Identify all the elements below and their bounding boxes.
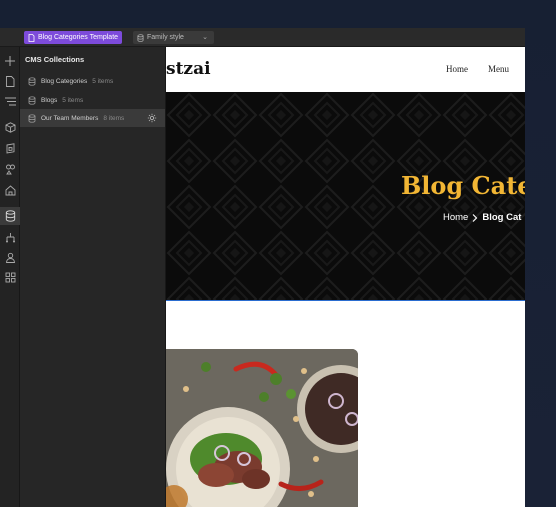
page-icon: [28, 33, 35, 42]
collection-count: 5 items: [62, 96, 84, 104]
navigator-icon[interactable]: [4, 95, 16, 107]
database-icon: [137, 33, 144, 42]
apps-icon[interactable]: [4, 271, 16, 283]
template-label: Blog Categories Template: [38, 34, 119, 41]
database-icon: [28, 76, 36, 86]
nav-link-home[interactable]: Home: [446, 64, 468, 74]
nav-link-menu[interactable]: Menu: [488, 64, 509, 74]
collection-name: Our Team Members: [41, 114, 99, 122]
assets-icon[interactable]: [4, 163, 16, 175]
hero-title: Blog Cate: [401, 171, 525, 200]
plus-icon[interactable]: [4, 55, 16, 67]
style-selector[interactable]: Family style ⌄: [133, 31, 214, 44]
selection-outline: [166, 300, 525, 301]
chevron-right-icon: [472, 213, 478, 222]
cms-collections-panel: CMS Collections Blog Categories 5 items …: [20, 47, 166, 507]
site-logo[interactable]: stzai: [166, 59, 211, 79]
home-icon[interactable]: [4, 184, 16, 196]
left-rail: [0, 47, 20, 507]
panel-title: CMS Collections: [25, 55, 85, 64]
designer-window: Blog Categories Template Family style ⌄: [0, 28, 525, 507]
collection-count: 5 items: [92, 77, 114, 85]
database-icon: [28, 113, 36, 123]
users-icon[interactable]: [4, 251, 16, 263]
page-icon[interactable]: [4, 75, 16, 87]
breadcrumb: Home Blog Cat: [443, 212, 521, 223]
collection-count: 8 items: [103, 114, 125, 122]
hero-section: Blog Cate Home Blog Cat: [166, 92, 525, 300]
collection-name: Blogs: [41, 96, 58, 104]
collection-item[interactable]: Blogs 5 items: [20, 91, 165, 109]
collection-name: Blog Categories: [41, 77, 88, 85]
collection-item[interactable]: Our Team Members 8 items: [20, 109, 165, 127]
database-icon[interactable]: [0, 207, 20, 225]
components-icon[interactable]: [4, 142, 16, 154]
collection-item[interactable]: Blog Categories 5 items: [20, 72, 165, 90]
food-photo: [166, 349, 358, 507]
breadcrumb-current: Blog Cat: [482, 212, 522, 223]
box-icon[interactable]: [4, 121, 16, 133]
canvas-preview[interactable]: stzai Home Menu Blog Cate Home Blog Cat: [166, 47, 525, 507]
template-selector[interactable]: Blog Categories Template: [24, 31, 123, 44]
database-icon: [28, 95, 36, 105]
top-toolbar: Blog Categories Template Family style ⌄: [0, 28, 525, 47]
gear-icon[interactable]: [147, 113, 157, 123]
breadcrumb-home[interactable]: Home: [443, 212, 468, 223]
chevron-down-icon: ⌄: [202, 34, 208, 41]
logic-icon[interactable]: [4, 231, 16, 243]
blog-card-image[interactable]: [166, 349, 358, 507]
style-label: Family style: [147, 34, 184, 41]
